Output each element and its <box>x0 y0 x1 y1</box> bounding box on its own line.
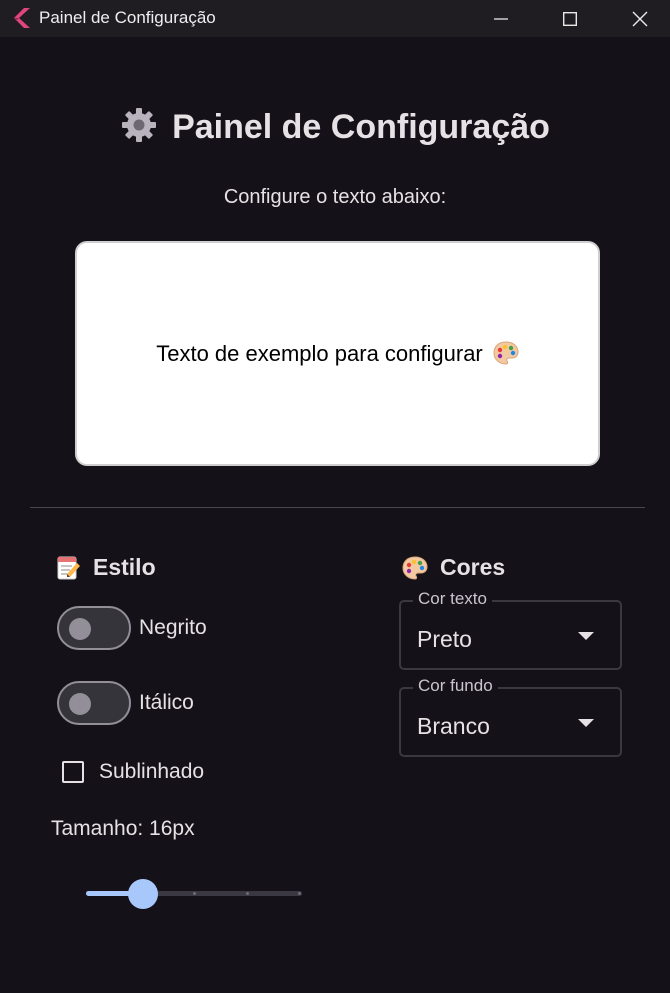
background-color-dropdown[interactable]: Cor fundo Branco <box>399 676 622 757</box>
window-title: Painel de Configuração <box>39 8 216 27</box>
colors-section-title: Cores <box>402 554 505 581</box>
section-divider <box>30 507 645 508</box>
page-subtitle: Configure o texto abaixo: <box>223 186 447 208</box>
page-title-text: Painel de Configuração <box>172 108 550 146</box>
text-color-value: Preto <box>417 626 472 652</box>
underline-checkbox[interactable] <box>62 761 84 783</box>
size-label: Tamanho: 16px <box>51 817 195 840</box>
background-color-label: Cor fundo <box>413 676 498 696</box>
palette-icon <box>402 555 428 580</box>
flutter-logo-icon <box>14 8 30 28</box>
text-color-label: Cor texto <box>413 589 492 609</box>
slider-thumb[interactable] <box>128 879 158 909</box>
slider-tick <box>246 892 249 895</box>
page-title: Painel de Configuração <box>0 106 670 147</box>
colors-section-label: Cores <box>440 554 506 580</box>
maximize-icon <box>563 11 577 26</box>
close-button[interactable] <box>605 0 670 37</box>
close-icon <box>632 11 648 26</box>
bold-switch[interactable] <box>57 606 131 650</box>
italic-label: Itálico <box>139 691 194 714</box>
italic-switch[interactable] <box>57 681 131 725</box>
slider-tick <box>193 892 196 895</box>
switch-knob <box>69 693 91 715</box>
underline-row: Sublinhado <box>62 760 204 784</box>
switch-knob <box>69 618 91 640</box>
slider-tick <box>298 892 301 895</box>
bold-label: Negrito <box>139 616 207 639</box>
background-color-value: Branco <box>417 713 490 739</box>
minimize-button[interactable] <box>466 0 536 37</box>
text-color-dropdown[interactable]: Cor texto Preto <box>399 589 622 670</box>
size-slider[interactable] <box>86 878 304 910</box>
italic-toggle-row: Itálico <box>57 681 194 725</box>
underline-label: Sublinhado <box>99 760 205 783</box>
style-section-title: Estilo <box>57 554 156 581</box>
minimize-icon <box>494 17 508 20</box>
preview-text: Texto de exemplo para configurar <box>156 341 519 367</box>
memo-icon <box>57 556 80 579</box>
gear-icon <box>122 108 157 142</box>
window-titlebar: Painel de Configuração <box>0 0 670 37</box>
maximize-button[interactable] <box>535 0 605 37</box>
dropdown-arrow-icon <box>578 632 594 640</box>
bold-toggle-row: Negrito <box>57 606 207 650</box>
dropdown-arrow-icon <box>578 719 594 727</box>
preview-text-content: Texto de exemplo para configurar <box>156 340 483 366</box>
palette-icon <box>493 340 519 365</box>
preview-box: Texto de exemplo para configurar <box>75 241 600 466</box>
style-section-label: Estilo <box>93 554 156 580</box>
